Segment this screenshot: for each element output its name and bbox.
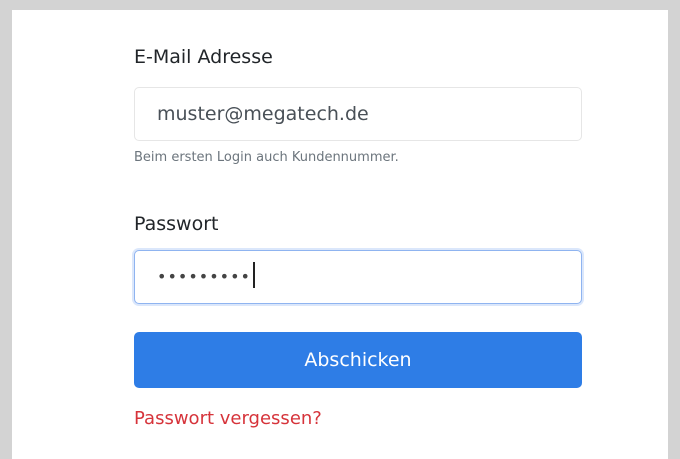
- email-label: E-Mail Adresse: [134, 46, 273, 68]
- password-label: Passwort: [134, 213, 219, 235]
- email-field-value: muster@megatech.de: [157, 103, 369, 125]
- forgot-password-link[interactable]: Passwort vergessen?: [134, 408, 322, 429]
- email-field[interactable]: muster@megatech.de: [134, 87, 582, 141]
- submit-button[interactable]: Abschicken: [134, 332, 582, 388]
- login-card: E-Mail Adresse muster@megatech.de Beim e…: [12, 10, 668, 459]
- password-field-value: •••••••••: [157, 267, 251, 286]
- submit-button-label: Abschicken: [304, 349, 412, 371]
- text-caret: [252, 261, 255, 288]
- email-help-text: Beim ersten Login auch Kundennummer.: [134, 150, 399, 165]
- password-field[interactable]: •••••••••: [134, 250, 582, 304]
